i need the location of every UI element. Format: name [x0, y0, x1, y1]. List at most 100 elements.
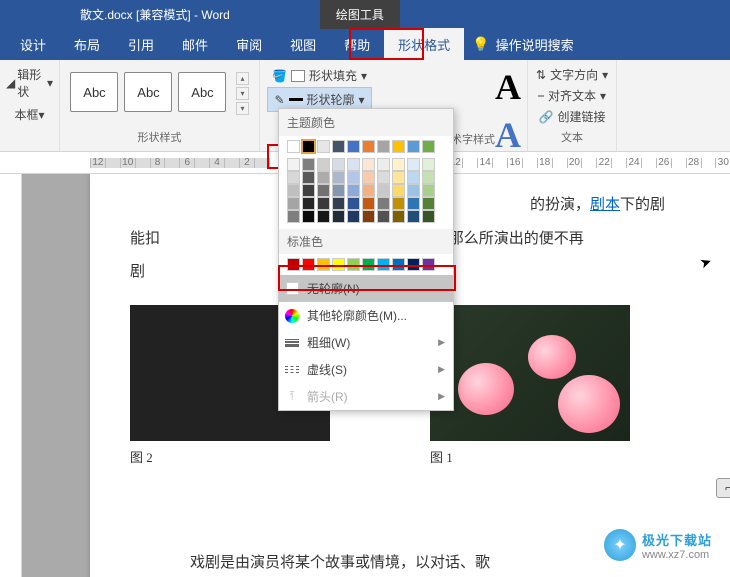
color-swatch[interactable]: [392, 258, 405, 271]
color-swatch[interactable]: [287, 197, 300, 210]
chevron-up-icon[interactable]: ▴: [236, 72, 248, 85]
tab-help[interactable]: 帮助: [330, 28, 384, 61]
shape-style-gallery[interactable]: Abc Abc Abc ▴ ▾ ▾: [66, 64, 252, 123]
style-preset-1[interactable]: Abc: [70, 72, 118, 112]
color-swatch[interactable]: [377, 258, 390, 271]
color-swatch[interactable]: [347, 258, 360, 271]
textbox-button[interactable]: 本框▾: [14, 106, 44, 123]
color-swatch[interactable]: [332, 140, 345, 153]
color-swatch[interactable]: [422, 158, 435, 171]
text-direction-button[interactable]: ⇅文字方向▾: [536, 64, 608, 85]
color-swatch[interactable]: [287, 184, 300, 197]
color-swatch[interactable]: [407, 140, 420, 153]
wordart-preset-1[interactable]: A: [495, 66, 521, 108]
color-swatch[interactable]: [377, 158, 390, 171]
color-swatch[interactable]: [362, 184, 375, 197]
color-swatch[interactable]: [332, 184, 345, 197]
color-swatch[interactable]: [407, 197, 420, 210]
color-swatch[interactable]: [317, 197, 330, 210]
color-swatch[interactable]: [422, 140, 435, 153]
color-swatch[interactable]: [332, 158, 345, 171]
color-swatch[interactable]: [362, 210, 375, 223]
color-swatch[interactable]: [332, 258, 345, 271]
color-swatch[interactable]: [392, 184, 405, 197]
color-swatch[interactable]: [422, 171, 435, 184]
color-swatch[interactable]: [287, 258, 300, 271]
color-swatch[interactable]: [347, 197, 360, 210]
color-swatch[interactable]: [302, 158, 315, 171]
color-swatch[interactable]: [287, 171, 300, 184]
style-preset-2[interactable]: Abc: [124, 72, 172, 112]
tab-references[interactable]: 引用: [114, 28, 168, 61]
color-swatch[interactable]: [302, 171, 315, 184]
color-swatch[interactable]: [302, 210, 315, 223]
tab-layout[interactable]: 布局: [60, 28, 114, 61]
color-swatch[interactable]: [392, 197, 405, 210]
color-swatch[interactable]: [392, 210, 405, 223]
align-text-button[interactable]: ⎯对齐文本▾: [538, 85, 606, 106]
color-swatch[interactable]: [422, 210, 435, 223]
color-swatch[interactable]: [407, 171, 420, 184]
color-swatch[interactable]: [317, 258, 330, 271]
color-swatch[interactable]: [302, 258, 315, 271]
dashes-item[interactable]: 虚线(S) ▶: [279, 356, 453, 383]
color-swatch[interactable]: [347, 140, 360, 153]
wordart-preset-2[interactable]: A: [495, 114, 521, 156]
color-swatch[interactable]: [332, 197, 345, 210]
color-swatch[interactable]: [332, 210, 345, 223]
color-swatch[interactable]: [317, 210, 330, 223]
more-icon[interactable]: ▾: [236, 102, 248, 115]
contextual-tab-drawing[interactable]: 绘图工具: [320, 0, 400, 29]
color-swatch[interactable]: [362, 171, 375, 184]
color-swatch[interactable]: [377, 140, 390, 153]
color-swatch[interactable]: [362, 197, 375, 210]
color-swatch[interactable]: [347, 171, 360, 184]
color-swatch[interactable]: [332, 171, 345, 184]
color-swatch[interactable]: [287, 140, 300, 153]
color-swatch[interactable]: [407, 184, 420, 197]
color-swatch[interactable]: [407, 158, 420, 171]
color-swatch[interactable]: [407, 258, 420, 271]
color-swatch[interactable]: [362, 258, 375, 271]
vertical-ruler[interactable]: [0, 174, 22, 577]
color-swatch[interactable]: [347, 210, 360, 223]
color-swatch[interactable]: [347, 184, 360, 197]
weight-item[interactable]: 粗细(W) ▶: [279, 329, 453, 356]
color-swatch[interactable]: [392, 140, 405, 153]
color-swatch[interactable]: [317, 184, 330, 197]
tab-design[interactable]: 设计: [6, 28, 60, 61]
color-swatch[interactable]: [422, 258, 435, 271]
color-swatch[interactable]: [407, 210, 420, 223]
tab-shape-format[interactable]: 形状格式: [384, 28, 464, 61]
create-link-button[interactable]: 🔗创建链接: [539, 106, 606, 127]
color-swatch[interactable]: [362, 158, 375, 171]
color-swatch[interactable]: [317, 158, 330, 171]
color-swatch[interactable]: [377, 210, 390, 223]
figure-1-image[interactable]: [430, 305, 630, 441]
color-swatch[interactable]: [377, 184, 390, 197]
gallery-expand[interactable]: ▴ ▾ ▾: [236, 72, 248, 115]
color-swatch[interactable]: [392, 171, 405, 184]
chevron-down-icon[interactable]: ▾: [236, 87, 248, 100]
tab-mailings[interactable]: 邮件: [168, 28, 222, 61]
tab-review[interactable]: 审阅: [222, 28, 276, 61]
color-swatch[interactable]: [302, 140, 315, 153]
no-outline-item[interactable]: 无轮廓(N): [279, 275, 453, 302]
color-swatch[interactable]: [377, 197, 390, 210]
tab-view[interactable]: 视图: [276, 28, 330, 61]
color-swatch[interactable]: [302, 197, 315, 210]
shape-fill-button[interactable]: 🪣 形状填充▾: [266, 64, 373, 87]
color-swatch[interactable]: [347, 158, 360, 171]
color-swatch[interactable]: [392, 158, 405, 171]
color-swatch[interactable]: [362, 140, 375, 153]
style-preset-3[interactable]: Abc: [178, 72, 226, 112]
color-swatch[interactable]: [317, 140, 330, 153]
color-swatch[interactable]: [287, 158, 300, 171]
color-swatch[interactable]: [302, 184, 315, 197]
more-outline-colors-item[interactable]: 其他轮廓颜色(M)...: [279, 302, 453, 329]
link-script[interactable]: 剧本: [590, 196, 620, 213]
tell-me-search[interactable]: 操作说明搜索: [496, 35, 574, 54]
color-swatch[interactable]: [377, 171, 390, 184]
edit-shape-button[interactable]: ◢辑形状▾: [6, 64, 53, 102]
color-swatch[interactable]: [422, 184, 435, 197]
